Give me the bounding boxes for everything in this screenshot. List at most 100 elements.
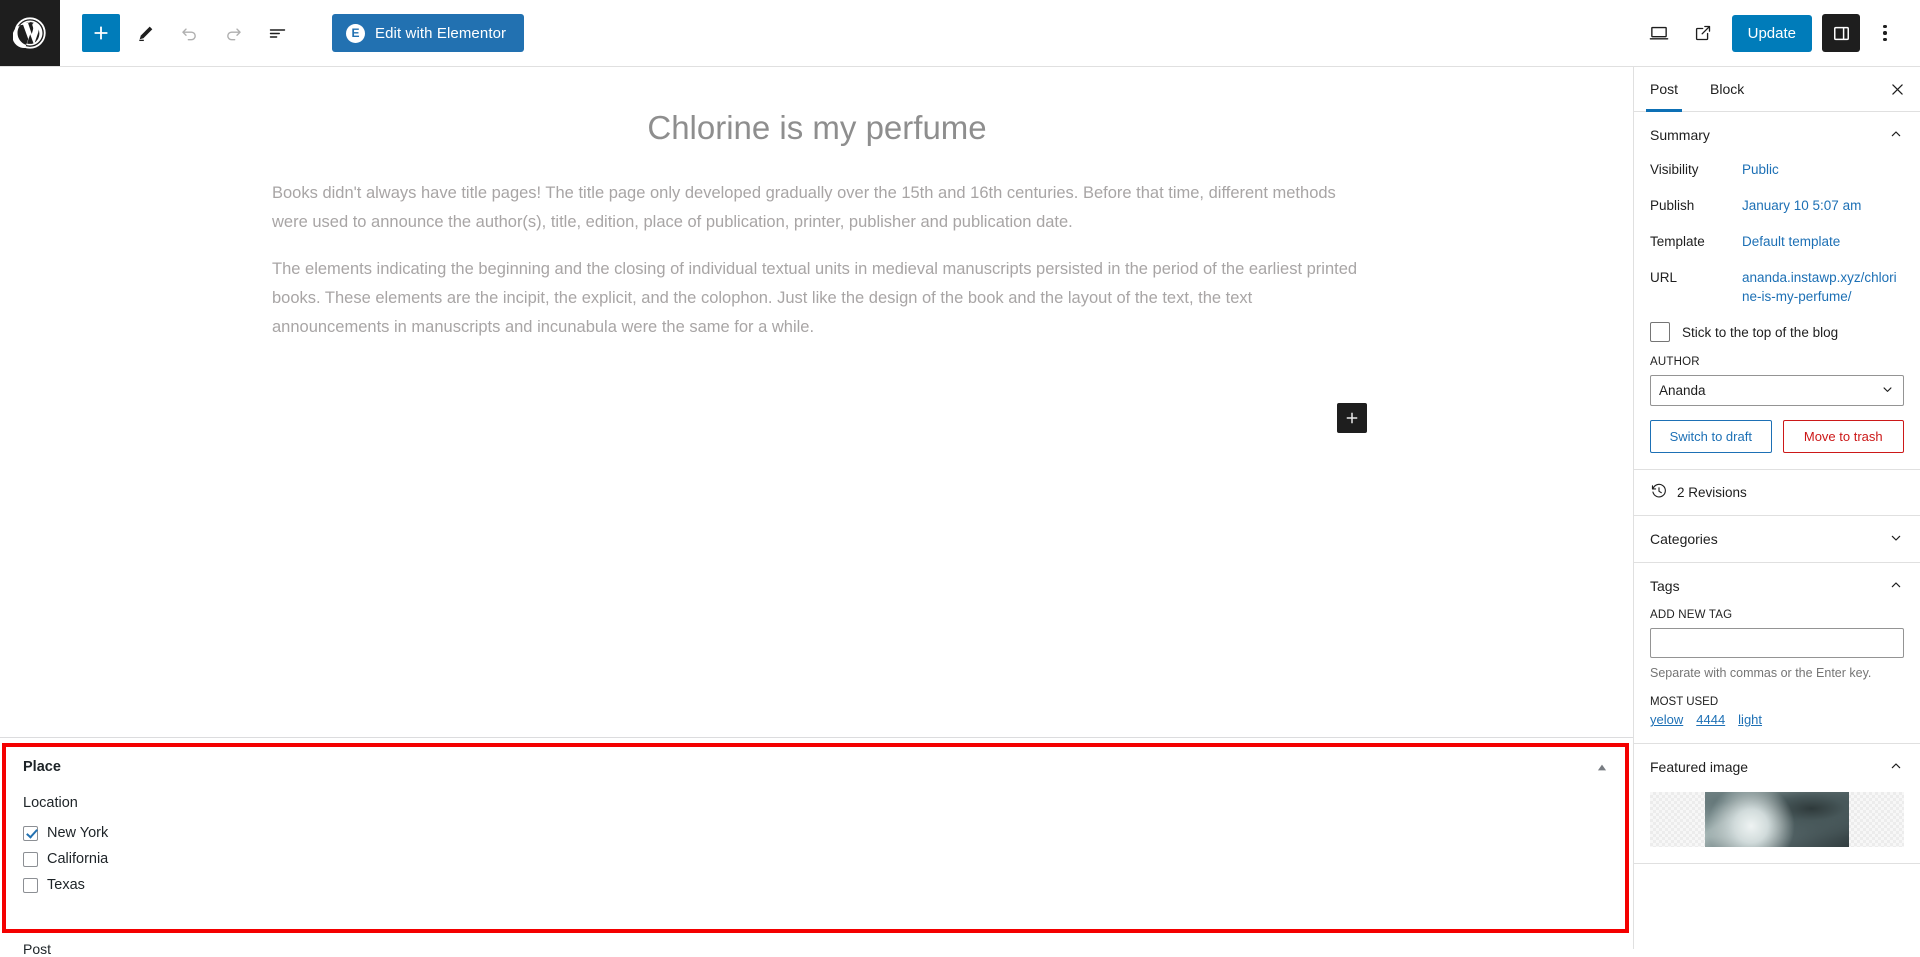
panel-tags: Tags ADD NEW TAG Separate with commas or…	[1634, 563, 1920, 745]
checkbox-label-texas[interactable]: Texas	[47, 877, 85, 893]
block-inserter-toggle-button[interactable]	[82, 14, 120, 52]
post-title[interactable]: Chlorine is my perfume	[272, 109, 1362, 147]
document-overview-button[interactable]	[258, 14, 296, 52]
checkbox-label-new-york[interactable]: New York	[47, 825, 108, 841]
summary-row-publish: Publish January 10 5:07 am	[1650, 194, 1904, 230]
checkbox-texas[interactable]	[23, 877, 38, 893]
summary-row-visibility: Visibility Public	[1650, 158, 1904, 194]
most-used-tag-link[interactable]: yelow	[1650, 712, 1683, 727]
author-select[interactable]: Ananda	[1650, 375, 1904, 407]
label-visibility: Visibility	[1650, 162, 1699, 177]
value-template[interactable]: Default template	[1742, 232, 1840, 251]
summary-row-template: Template Default template	[1650, 230, 1904, 266]
panel-categories: Categories	[1634, 516, 1920, 564]
paragraph-block[interactable]: Books didn't always have title pages! Th…	[272, 179, 1362, 238]
panel-categories-header[interactable]: Categories	[1634, 516, 1920, 562]
chevron-up-icon	[1888, 577, 1904, 596]
sticky-post-row[interactable]: Stick to the top of the blog	[1650, 322, 1904, 343]
clock-history-icon	[1650, 482, 1668, 503]
tab-post[interactable]: Post	[1634, 67, 1694, 112]
primary-tools: E Edit with Elementor	[60, 14, 525, 52]
sticky-post-label: Stick to the top of the blog	[1682, 324, 1839, 340]
summary-row-url: URL ananda.instawp.xyz/chlorine-is-my-pe…	[1650, 266, 1904, 312]
elementor-logo-icon: E	[346, 23, 365, 43]
revisions-row[interactable]: 2 Revisions	[1634, 470, 1920, 517]
move-to-trash-button[interactable]: Move to trash	[1782, 420, 1904, 454]
undo-button[interactable]	[170, 14, 208, 52]
label-template: Template	[1650, 234, 1705, 249]
panel-summary-body: Visibility Public Publish January 10 5:0…	[1634, 158, 1920, 469]
featured-image-thumbnail[interactable]	[1650, 792, 1904, 848]
edit-with-elementor-button[interactable]: E Edit with Elementor	[332, 14, 525, 52]
sticky-post-checkbox[interactable]	[1650, 322, 1670, 343]
edit-with-elementor-label: Edit with Elementor	[375, 24, 507, 42]
checkbox-label-california[interactable]: California	[47, 851, 108, 867]
panel-featured-image-title: Featured image	[1650, 759, 1749, 776]
preview-external-button[interactable]	[1684, 14, 1722, 52]
sidebar-tabs: Post Block	[1634, 67, 1920, 112]
wordpress-logo-icon	[13, 16, 47, 50]
block-appender-button[interactable]	[1337, 403, 1367, 433]
paragraph-block[interactable]: The elements indicating the beginning an…	[272, 255, 1362, 343]
wordpress-logo-button[interactable]	[0, 0, 60, 66]
revisions-label: 2 Revisions	[1677, 485, 1747, 501]
place-metabox-title: Place	[23, 759, 61, 775]
place-metabox-highlight: Place Location New York California Texas	[2, 743, 1629, 933]
panel-featured-image-body	[1634, 792, 1920, 863]
panel-summary: Summary Visibility Public Publish Januar…	[1634, 112, 1920, 471]
most-used-tag-link[interactable]: light	[1738, 712, 1762, 727]
tools-pencil-button[interactable]	[126, 14, 164, 52]
redo-button[interactable]	[214, 14, 252, 52]
close-sidebar-button[interactable]	[1875, 67, 1920, 111]
value-publish-date[interactable]: January 10 5:07 am	[1742, 196, 1861, 215]
triangle-up-icon	[1597, 764, 1607, 770]
tags-helper-text: Separate with commas or the Enter key.	[1650, 666, 1872, 681]
editor-canvas: Chlorine is my perfume Books didn't alwa…	[0, 67, 1633, 737]
settings-sidebar: Post Block Summary Visibility Public Pub…	[1633, 67, 1920, 949]
location-option-row[interactable]: New York	[23, 823, 1608, 843]
location-option-row[interactable]: Texas	[23, 875, 1608, 895]
location-field-label: Location	[23, 795, 78, 811]
value-visibility[interactable]: Public	[1742, 160, 1779, 179]
settings-sidebar-toggle[interactable]	[1822, 14, 1860, 52]
update-button[interactable]: Update	[1731, 14, 1812, 52]
most-used-tag-list: yelow 4444 light	[1650, 712, 1904, 727]
switch-to-draft-button[interactable]: Switch to draft	[1650, 420, 1772, 454]
post-content[interactable]: Books didn't always have title pages! Th…	[272, 179, 1362, 360]
panel-featured-image-header[interactable]: Featured image	[1634, 744, 1920, 790]
add-new-tag-label: ADD NEW TAG	[1650, 609, 1733, 622]
featured-image-preview	[1704, 792, 1850, 848]
vertical-ellipsis-icon	[1883, 24, 1887, 29]
place-metabox-collapse-toggle[interactable]	[1591, 756, 1613, 778]
most-used-label: MOST USED	[1650, 696, 1719, 709]
checkbox-new-york[interactable]	[23, 825, 38, 841]
panel-categories-title: Categories	[1650, 531, 1718, 548]
editor-options-menu-button[interactable]	[1866, 14, 1904, 52]
place-metabox-header[interactable]: Place	[6, 747, 1625, 787]
close-x-icon	[1892, 83, 1903, 95]
panel-featured-image: Featured image	[1634, 744, 1920, 865]
top-bar-right-actions: Update	[1640, 14, 1920, 52]
panel-tags-header[interactable]: Tags	[1634, 563, 1920, 609]
place-metabox-body: Location New York California Texas	[6, 787, 1625, 895]
author-field-label: AUTHOR	[1650, 356, 1700, 369]
author-select-value: Ananda	[1659, 383, 1706, 399]
view-device-button[interactable]	[1640, 14, 1678, 52]
label-url: URL	[1650, 270, 1678, 285]
post-type-label: Post	[23, 941, 52, 957]
chevron-down-icon	[1888, 530, 1904, 549]
panel-summary-header[interactable]: Summary	[1634, 112, 1920, 158]
chevron-down-icon	[1880, 382, 1895, 400]
add-new-tag-input[interactable]	[1650, 628, 1904, 659]
panel-tags-title: Tags	[1650, 578, 1680, 595]
metabox-area: Place Location New York California Texas	[0, 737, 1633, 957]
checkbox-california[interactable]	[23, 851, 38, 867]
panel-tags-body: ADD NEW TAG Separate with commas or the …	[1634, 609, 1920, 743]
label-publish: Publish	[1650, 198, 1695, 213]
location-option-row[interactable]: California	[23, 849, 1608, 869]
most-used-tag-link[interactable]: 4444	[1696, 712, 1725, 727]
tab-block[interactable]: Block	[1694, 67, 1760, 111]
value-url[interactable]: ananda.instawp.xyz/chlorine-is-my-perfum…	[1742, 268, 1904, 306]
editor-top-bar: E Edit with Elementor Update	[0, 0, 1920, 67]
chevron-up-icon	[1888, 126, 1904, 145]
